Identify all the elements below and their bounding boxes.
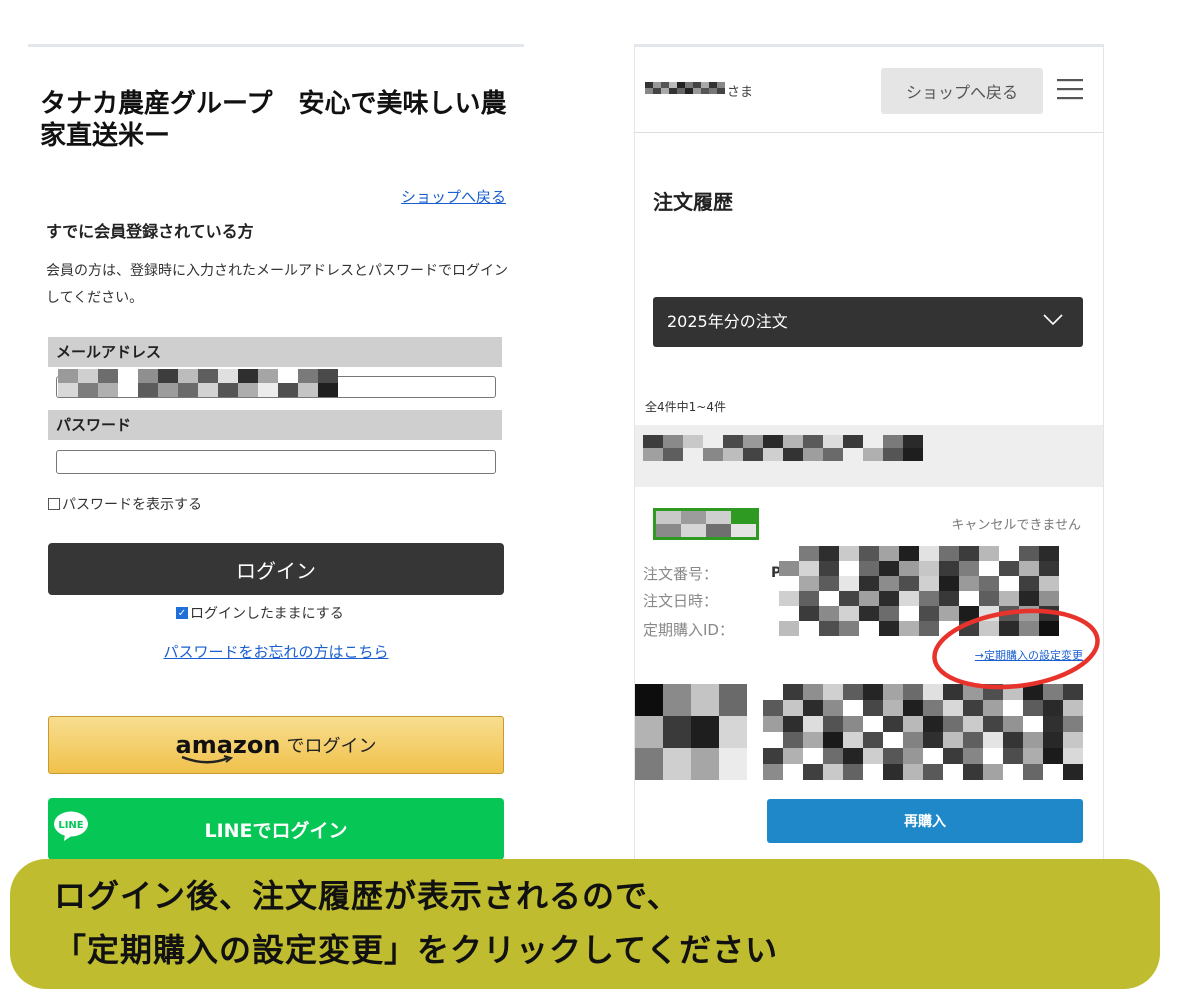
amazon-login-button[interactable]: amazon でログイン <box>48 716 504 774</box>
keep-logged-in-checkbox[interactable]: ✓ <box>176 607 188 619</box>
user-honorific: さま <box>727 85 754 100</box>
email-label: メールアドレス <box>48 337 502 367</box>
line-icon-text: LINE <box>58 820 83 831</box>
password-field[interactable] <box>56 450 496 474</box>
username-redacted-mosaic <box>645 82 725 94</box>
instruction-line-1: ログイン後、注文履歴が表示されるので、 <box>54 877 680 915</box>
order-date-label: 注文日時： <box>643 592 719 610</box>
line-chat-icon: LINE <box>54 811 88 841</box>
product-thumbnail-redacted <box>635 684 747 780</box>
cancel-unavailable-note: キャンセルできません <box>951 518 1081 533</box>
show-password-checkbox[interactable] <box>48 498 60 510</box>
year-select-value: 2025年分の注文 <box>667 312 788 331</box>
order-status-redacted-badge <box>653 508 759 540</box>
amazon-smile-icon <box>181 755 233 764</box>
amazon-logo: amazon <box>176 731 280 764</box>
back-to-shop-button[interactable]: ショップへ戻る <box>881 68 1043 114</box>
top-divider <box>28 44 524 47</box>
keep-logged-in-row[interactable]: ✓ ログインしたままにする <box>176 603 344 623</box>
show-password-row[interactable]: パスワードを表示する <box>48 494 202 514</box>
chevron-down-icon <box>1043 314 1063 326</box>
instruction-line-2: 「定期購入の設定変更」をクリックしてください <box>54 931 779 969</box>
instruction-banner: ログイン後、注文履歴が表示されるので、 「定期購入の設定変更」をクリックしてくだ… <box>10 859 1160 989</box>
keep-logged-in-label: ログインしたままにする <box>190 606 344 622</box>
line-login-label: LINEでログイン <box>204 819 348 842</box>
amazon-login-label: でログイン <box>286 736 377 757</box>
hamburger-menu-icon[interactable] <box>1057 78 1083 100</box>
login-panel: タナカ農産グループ 安心で美味しい農家直送米ー ショップへ戻る すでに会員登録さ… <box>28 40 524 870</box>
member-description: 会員の方は、登録時に入力されたメールアドレスとパスワードでログインしてください。 <box>46 263 508 306</box>
back-to-shop-link[interactable]: ショップへ戻る <box>401 186 506 207</box>
page-title: 注文履歴 <box>653 190 733 214</box>
forgot-password-link[interactable]: パスワードをお忘れの方はこちら <box>28 641 524 662</box>
line-login-button[interactable]: LINE LINEでログイン <box>48 798 504 860</box>
top-divider <box>635 44 1103 47</box>
product-name-redacted-mosaic <box>763 684 1083 780</box>
order-date-header <box>635 425 1103 487</box>
rebuy-button[interactable]: 再購入 <box>767 799 1083 843</box>
order-count: 全4件中1~4件 <box>645 400 726 414</box>
subscription-id-label: 定期購入ID： <box>643 621 734 639</box>
show-password-label: パスワードを表示する <box>62 497 202 513</box>
member-heading: すでに会員登録されている方 <box>46 222 254 241</box>
order-date-redacted-mosaic <box>643 435 923 461</box>
order-number-label: 注文番号： <box>643 565 719 583</box>
order-history-panel: さま ショップへ戻る 注文履歴 2025年分の注文 全4件中1~4件 キャンセル… <box>634 44 1104 870</box>
password-label: パスワード <box>48 410 502 440</box>
email-redacted-mosaic <box>58 369 338 397</box>
login-button[interactable]: ログイン <box>48 543 504 595</box>
header-divider <box>635 132 1103 133</box>
highlight-ellipse <box>932 608 1100 690</box>
year-select[interactable]: 2025年分の注文 <box>653 297 1083 347</box>
shop-title: タナカ農産グループ 安心で美味しい農家直送米ー <box>40 89 507 151</box>
